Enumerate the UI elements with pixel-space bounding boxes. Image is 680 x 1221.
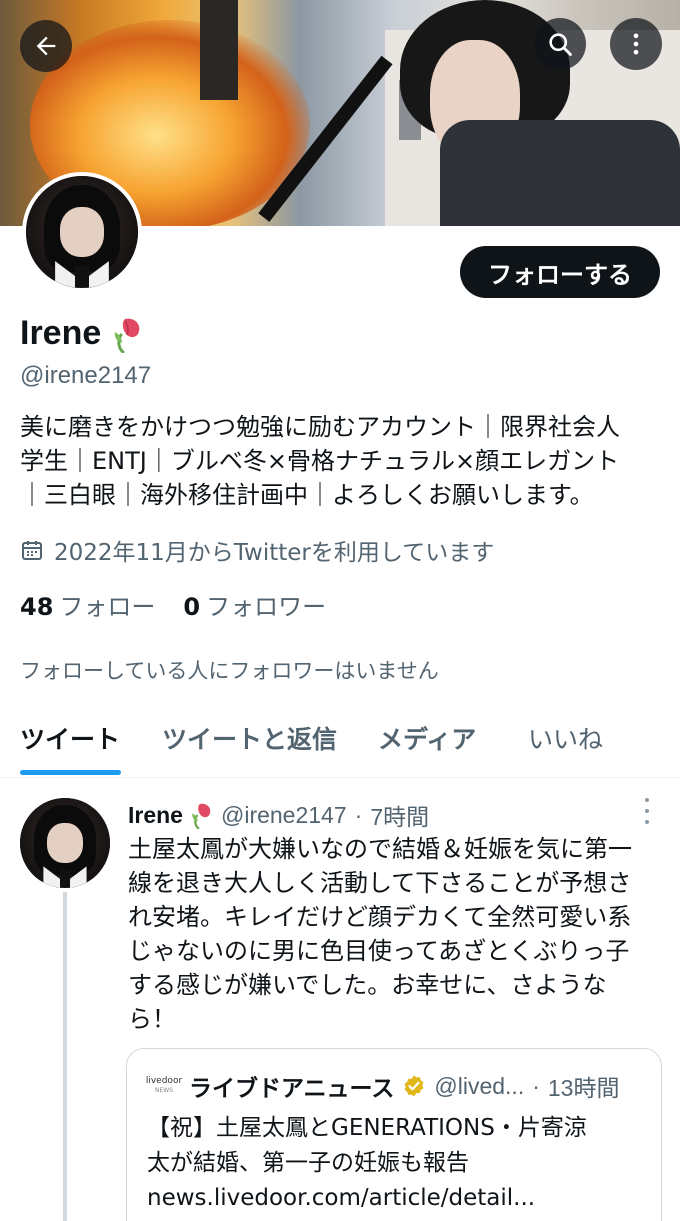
follow-counts: 48 フォロー 0 フォロワー (20, 587, 326, 622)
joined-date: 2022年11月からTwitterを利用しています (20, 533, 494, 567)
tab-tweets-and-replies[interactable]: ツイートと返信 (162, 720, 337, 756)
quote-separator: · (532, 1072, 540, 1099)
quote-author: ライブドアニュース (189, 1076, 395, 1102)
follow-button[interactable]: フォローする (460, 246, 660, 298)
tweet-text-line: 土屋太鳳が大嫌いなので結婚＆妊娠を気に第一 (128, 835, 632, 863)
joined-text: 2022年11月からTwitterを利用しています (54, 540, 495, 566)
search-icon (549, 33, 572, 56)
quote-text: 【祝】土屋太鳳とGENERATIONS・片寄涼 太が結婚、第一子の妊娠も報告 n… (147, 1111, 647, 1216)
search-button[interactable] (534, 18, 586, 70)
tulip-emoji-icon (115, 318, 140, 353)
profile-handle: @irene2147 (20, 362, 152, 389)
back-arrow-icon (36, 36, 56, 56)
verified-badge-icon (404, 1075, 424, 1097)
no-mutual-followers-text: フォローしている人にフォロワーはいません (20, 659, 439, 683)
quote-time: 13時間 (547, 1075, 620, 1101)
tab-media[interactable]: メディア (378, 720, 476, 756)
following-link[interactable]: 48 フォロー (20, 587, 155, 622)
tweet-text: 土屋太鳳が大嫌いなので結婚＆妊娠を気に第一 線を退き大人しく活動して下さることが… (128, 832, 668, 1036)
livedoor-logo: livedoor NEWS (145, 1076, 183, 1094)
quote-link[interactable]: news.livedoor.com/article/detail... (147, 1181, 647, 1216)
tab-tweets[interactable]: ツイート (20, 720, 120, 756)
banner-tower (200, 0, 238, 100)
active-tab-indicator (20, 770, 121, 775)
tweet-separator: · (354, 801, 363, 828)
tulip-emoji-icon (192, 803, 211, 829)
profile-bio: 美に磨きをかけつつ勉強に励むアカウント｜限界社会人 学生｜ENTJ｜ブルベ冬×骨… (20, 410, 670, 512)
tweet-text-line: れ安堵。キレイだけど顔デカくて全然可愛い系 (128, 903, 632, 931)
quote-text-line: 【祝】土屋太鳳とGENERATIONS・片寄涼 (147, 1115, 587, 1141)
tweet-header: Irene @irene2147 · 7時間 (128, 798, 429, 832)
tweet-text-line: じゃないのに男に色目使ってあざとくぶりっ子 (128, 937, 630, 965)
quote-header: livedoor NEWS ライブドアニュース @lived... · 13時間 (145, 1069, 620, 1103)
quote-handle: @lived... (434, 1072, 525, 1099)
thread-line (63, 892, 67, 1221)
bio-line: 学生｜ENTJ｜ブルベ冬×骨格ナチュラル×顔エレガント (20, 447, 620, 475)
back-button[interactable] (20, 20, 72, 72)
tweet-avatar[interactable] (20, 798, 110, 888)
profile-name: Irene (20, 314, 143, 353)
bio-line: ｜三白眼｜海外移住計画中｜よろしくお願いします。 (20, 481, 594, 509)
tweet-handle[interactable]: @irene2147 (221, 802, 347, 829)
tab-likes[interactable]: いいね (528, 720, 603, 756)
tweet-more-icon[interactable] (640, 798, 654, 824)
profile-avatar[interactable] (22, 172, 142, 292)
tweet-text-line: する感じが嫌いでした。お幸せに、さような (128, 971, 607, 999)
tweet-author[interactable]: Irene (128, 802, 183, 829)
bio-line: 美に磨きをかけつつ勉強に励むアカウント｜限界社会人 (20, 413, 620, 441)
followers-link[interactable]: 0 フォロワー (183, 587, 326, 622)
more-options-button[interactable] (610, 18, 662, 70)
tweet-text-line: 線を退き大人しく活動して下さることが予想さ (128, 869, 632, 897)
display-name: Irene (20, 314, 102, 352)
more-vertical-icon (633, 33, 639, 55)
quote-tweet[interactable]: livedoor NEWS ライブドアニュース @lived... · 13時間… (126, 1048, 662, 1221)
profile-tabs: ツイート ツイートと返信 メディア いいね (0, 700, 680, 778)
tweet-text-line: ら！ (128, 1005, 176, 1033)
tweet-time[interactable]: 7時間 (370, 798, 429, 832)
calendar-icon (22, 541, 42, 560)
quote-text-line: 太が結婚、第一子の妊娠も報告 (147, 1150, 469, 1176)
